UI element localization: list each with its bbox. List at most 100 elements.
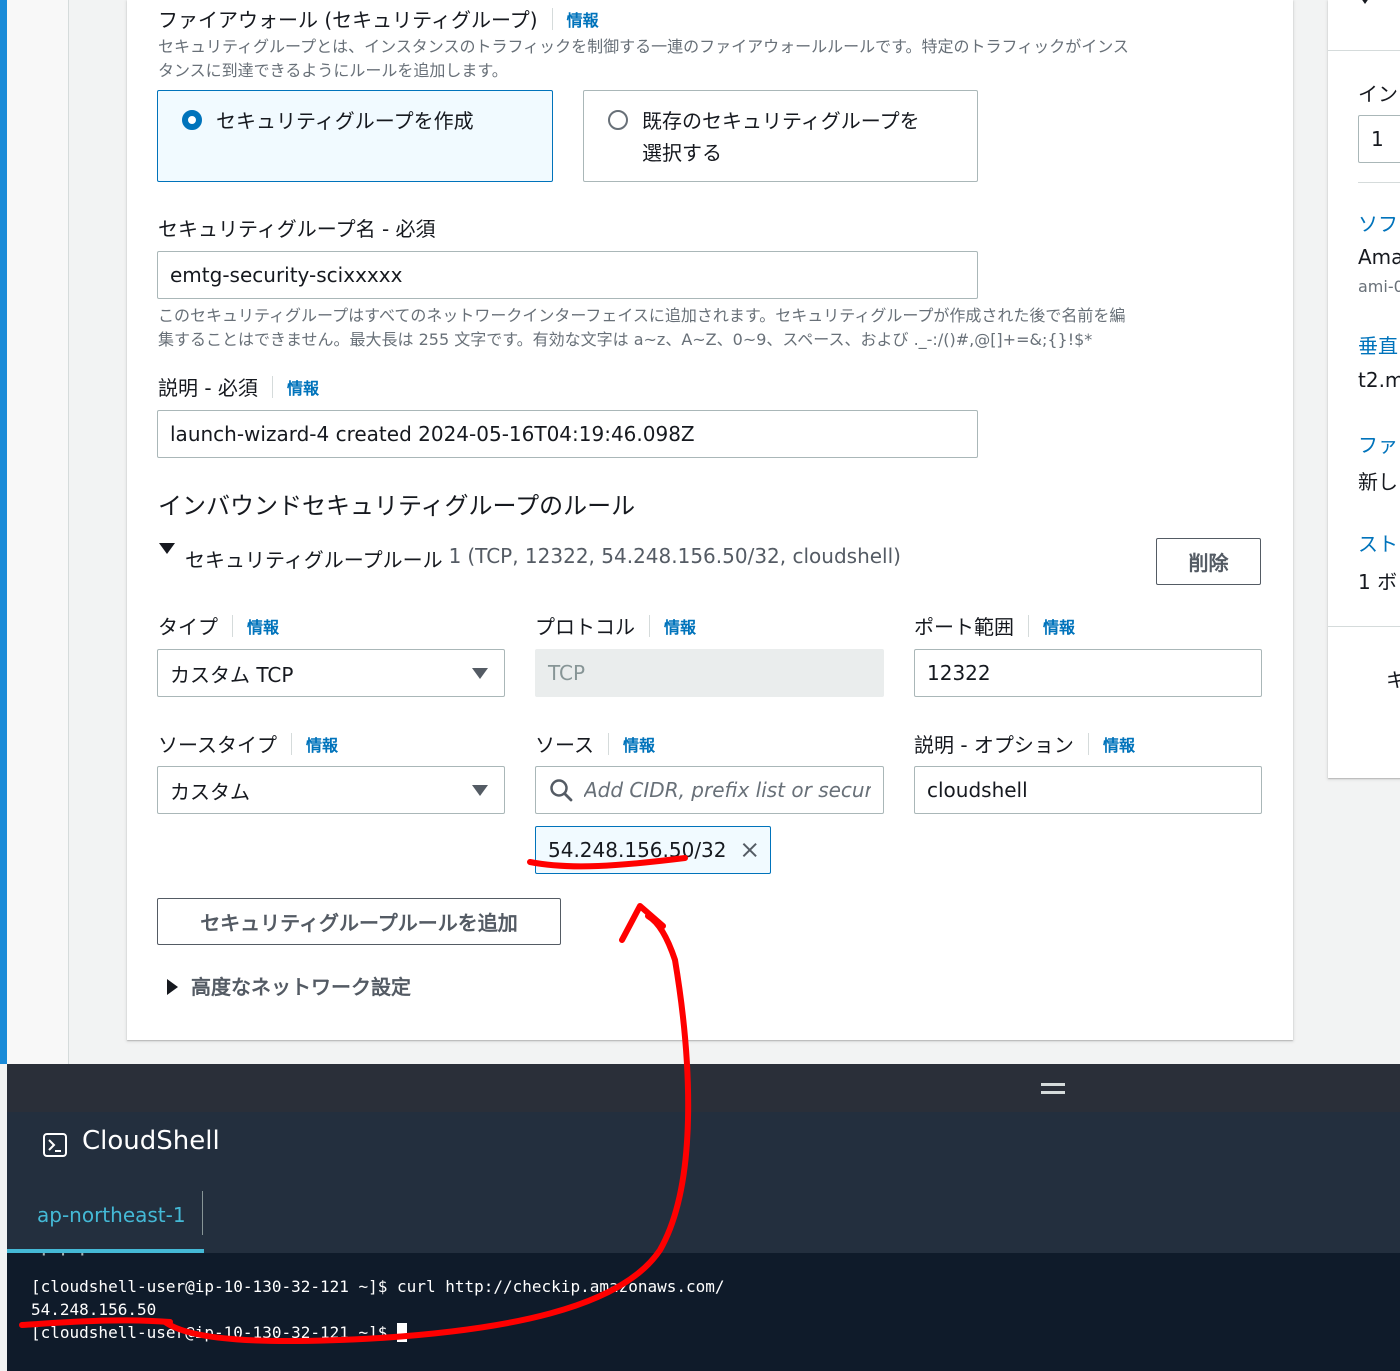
firewall-description: セキュリティグループとは、インスタンスのトラフィックを制御する一連のファイアウォ…: [158, 35, 1268, 83]
source-cidr-token: 54.248.156.50/32: [535, 826, 771, 874]
source-search-input[interactable]: Add CIDR, prefix list or security: [535, 766, 884, 814]
type-label: タイプ: [158, 615, 218, 639]
terminal-line-2: 54.248.156.50: [31, 1300, 157, 1319]
rule-desc-info-link[interactable]: 情報: [1103, 732, 1135, 756]
divider: [608, 732, 609, 755]
description-info-link[interactable]: 情報: [287, 375, 319, 399]
firewall-value: 新し: [1358, 470, 1398, 494]
create-sg-option[interactable]: セキュリティグループを作成: [157, 90, 553, 182]
rule-number: 1: [448, 544, 462, 568]
terminal-cursor: [397, 1323, 408, 1342]
instance-count-input[interactable]: 1: [1358, 115, 1400, 163]
divider: [649, 614, 650, 637]
terminal[interactable]: · · · [cloudshell-user@ip-10-130-32-121 …: [7, 1245, 1400, 1371]
port-header: ポート範囲 情報: [914, 611, 1075, 640]
sg-name-hint: このセキュリティグループはすべてのネットワークインターフェイスに追加されます。セ…: [158, 304, 1268, 352]
divider: [1028, 614, 1029, 637]
sg-name-input[interactable]: emtg-security-scixxxxx: [157, 251, 978, 299]
tab-ap-northeast-1[interactable]: ap-northeast-1: [7, 1191, 204, 1253]
rule-desc-header: 説明 - オプション 情報: [914, 729, 1135, 758]
source-type-select[interactable]: カスタム: [157, 766, 505, 814]
terminal-line-3: [cloudshell-user@ip-10-130-32-121 ~]$: [31, 1323, 408, 1342]
divider: [1328, 626, 1400, 627]
rule-summary: (TCP, 12322, 54.248.156.50/32, cloudshel…: [467, 544, 901, 568]
protocol-header: プロトコル 情報: [535, 611, 696, 640]
type-select-value: カスタム TCP: [170, 662, 294, 687]
terminal-icon: [43, 1133, 67, 1157]
terminal-line-partial: · · ·: [39, 1245, 88, 1264]
type-header: タイプ 情報: [158, 611, 279, 640]
rule-header[interactable]: セキュリティグループルール 1 (TCP, 12322, 54.248.156.…: [185, 544, 901, 573]
software-image-value: Ama: [1358, 245, 1400, 269]
source-info-link[interactable]: 情報: [623, 732, 655, 756]
divider: [1087, 732, 1089, 755]
caret-down-icon[interactable]: [1358, 0, 1372, 4]
divider: [1358, 182, 1400, 183]
firewall-desc-line2: タンスに到達できるようにルールを追加します。: [158, 61, 508, 80]
source-header: ソース 情報: [535, 729, 655, 758]
existing-sg-radio[interactable]: [608, 110, 628, 130]
storage-value: 1 ボ: [1358, 570, 1398, 594]
firewall-card: ファイアウォール (セキュリティグループ) 情報 セキュリティグループとは、イン…: [127, 0, 1293, 1040]
divider: [271, 375, 273, 398]
sg-name-hint-line1: このセキュリティグループはすべてのネットワークインターフェイスに追加されます。セ…: [158, 306, 1126, 325]
cloudshell-title: CloudShell: [82, 1126, 220, 1156]
protocol-input: TCP: [535, 649, 884, 697]
caret-down-icon[interactable]: [159, 543, 175, 554]
firewall-link[interactable]: ファ: [1358, 429, 1398, 458]
caret-down-icon: [472, 785, 488, 796]
instance-type-link[interactable]: 垂直: [1358, 330, 1398, 359]
source-type-label: ソースタイプ: [158, 733, 277, 757]
drag-handle-icon[interactable]: [1041, 1083, 1065, 1086]
divider: [551, 7, 553, 30]
source-label: ソース: [535, 733, 594, 757]
divider: [291, 732, 292, 755]
source-type-info-link[interactable]: 情報: [306, 732, 338, 756]
delete-button[interactable]: 削除: [1156, 538, 1261, 585]
firewall-title: ファイアウォール (セキュリティグループ): [158, 8, 538, 32]
protocol-label: プロトコル: [535, 615, 635, 639]
existing-sg-label-line2: 選択する: [642, 141, 722, 165]
create-sg-radio[interactable]: [182, 110, 202, 130]
existing-sg-option[interactable]: 既存のセキュリティグループを 選択する: [583, 90, 978, 182]
cancel-button-partial[interactable]: キ: [1386, 664, 1400, 693]
close-icon[interactable]: [741, 839, 758, 861]
storage-link[interactable]: スト: [1358, 528, 1398, 557]
source-type-header: ソースタイプ 情報: [158, 729, 338, 758]
sg-name-label: セキュリティグループ名 - 必須: [158, 217, 436, 241]
inbound-rules-title: インバウンドセキュリティグループのルール: [158, 492, 636, 520]
source-cidr-value: 54.248.156.50/32: [548, 838, 727, 862]
source-placeholder: Add CIDR, prefix list or security: [584, 778, 871, 802]
rule-desc-label: 説明 - オプション: [914, 733, 1074, 757]
sg-name-hint-line2: 集することはできません。最大長は 255 文字です。有効な文字は a~z、A~Z…: [158, 330, 1093, 349]
divider: [1328, 50, 1400, 51]
search-icon: [550, 779, 573, 802]
terminal-prompt: [cloudshell-user@ip-10-130-32-121 ~]$: [31, 1323, 398, 1342]
type-select[interactable]: カスタム TCP: [157, 649, 505, 697]
description-header: 説明 - 必須 情報: [158, 372, 319, 401]
software-image-link[interactable]: ソフ: [1358, 208, 1398, 237]
firewall-desc-line1: セキュリティグループとは、インスタンスのトラフィックを制御する一連のファイアウォ…: [158, 37, 1129, 56]
advanced-network-settings[interactable]: 高度なネットワーク設定: [191, 971, 411, 1000]
description-label: 説明 - 必須: [158, 376, 258, 400]
protocol-info-link[interactable]: 情報: [664, 614, 696, 638]
instance-count-label: イン: [1358, 82, 1398, 106]
left-panel: [7, 0, 69, 1064]
port-label: ポート範囲: [914, 615, 1014, 639]
type-info-link[interactable]: 情報: [247, 614, 279, 638]
ami-id: ami-0: [1358, 277, 1400, 296]
rule-title: セキュリティグループルール: [185, 548, 443, 572]
port-range-input[interactable]: 12322: [914, 649, 1262, 697]
existing-sg-label: 既存のセキュリティグループを 選択する: [642, 105, 920, 169]
caret-right-icon[interactable]: [167, 979, 178, 995]
terminal-line-1: [cloudshell-user@ip-10-130-32-121 ~]$ cu…: [31, 1277, 725, 1296]
port-info-link[interactable]: 情報: [1043, 614, 1075, 638]
cloudshell-resize-bar[interactable]: [7, 1064, 1400, 1112]
source-type-select-value: カスタム: [170, 779, 250, 804]
tab-label: ap-northeast-1: [37, 1203, 186, 1227]
firewall-info-link[interactable]: 情報: [567, 7, 599, 31]
add-rule-button[interactable]: セキュリティグループルールを追加: [157, 898, 561, 945]
description-input[interactable]: launch-wizard-4 created 2024-05-16T04:19…: [157, 410, 978, 458]
rule-description-input[interactable]: cloudshell: [914, 766, 1262, 814]
firewall-header: ファイアウォール (セキュリティグループ) 情報: [158, 4, 599, 33]
